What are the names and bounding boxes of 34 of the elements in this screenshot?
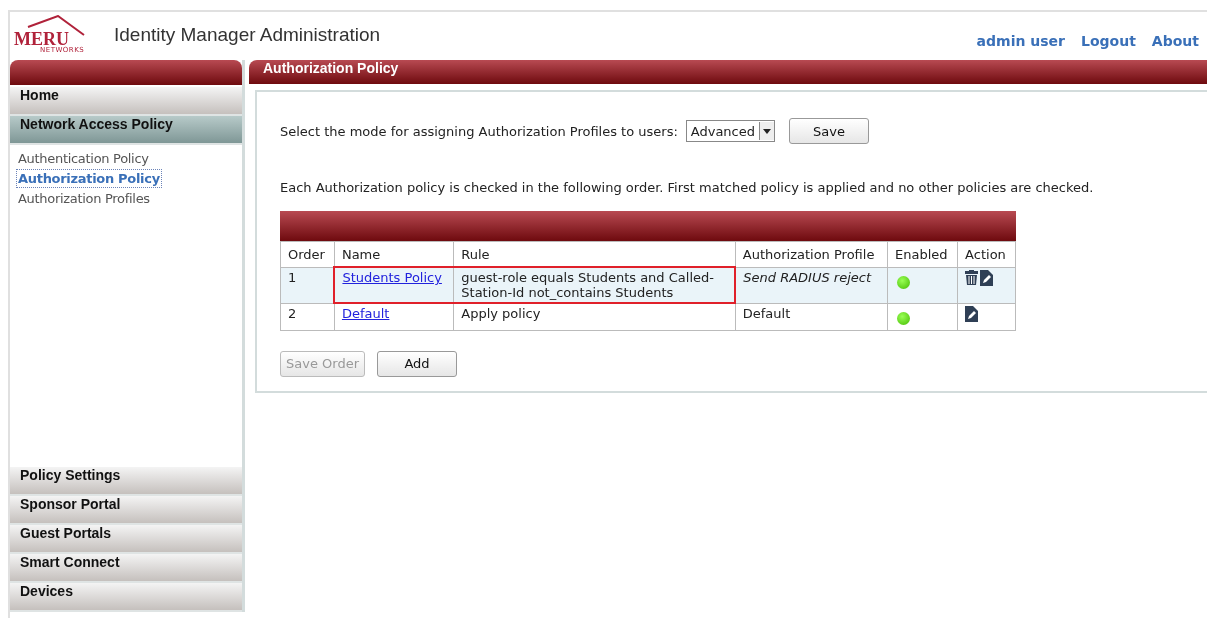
- nav-section[interactable]: Home: [10, 87, 242, 116]
- form-button[interactable]: Add: [377, 350, 457, 377]
- table-cell: guest-role equals Students and Called-Station-Id not_contains Students: [453, 267, 736, 303]
- table-cell: Send RADIUS reject: [735, 267, 888, 303]
- table-cell: 1: [280, 267, 335, 303]
- nav-section[interactable]: Guest Portals: [10, 525, 242, 554]
- header-link[interactable]: About: [1151, 33, 1199, 49]
- column-header: Authorization Profile: [735, 241, 888, 267]
- caret-icon: [763, 128, 771, 134]
- nav-link[interactable]: Authentication Policy: [16, 149, 151, 168]
- nav-section[interactable]: Sponsor Portal: [10, 496, 242, 525]
- save-button[interactable]: Save: [789, 118, 869, 144]
- order-note: Each Authorization policy is checked in the following order. First matched policy is applied and no other policies are checked.: [280, 180, 1095, 195]
- edit-icon[interactable]: [980, 269, 994, 286]
- table-cell: 2: [280, 303, 335, 330]
- trash-icon[interactable]: [965, 269, 979, 285]
- column-header: Enabled: [887, 241, 958, 267]
- mode-label: Select the mode for assigning Authorization Profiles to users:: [280, 123, 678, 139]
- nav-section[interactable]: Smart Connect: [10, 554, 242, 583]
- nav-section[interactable]: Devices: [10, 583, 242, 612]
- table-cell: Default: [735, 303, 888, 330]
- mode-dropdown[interactable]: Advanced: [685, 120, 775, 142]
- panel-title-bar: Authorization Policy: [249, 60, 1207, 84]
- header-link[interactable]: Logout: [1081, 33, 1136, 49]
- column-header: Action: [957, 241, 1016, 267]
- app-title: Identity Manager Administration: [114, 24, 382, 46]
- header-link[interactable]: admin user: [976, 33, 1065, 49]
- column-header: Order: [280, 241, 335, 267]
- nav-link[interactable]: Authorization Policy: [16, 169, 162, 188]
- nav-section[interactable]: Network Access Policy: [10, 116, 242, 145]
- nav-section[interactable]: Policy Settings: [10, 467, 242, 496]
- edit-icon[interactable]: [965, 305, 979, 322]
- nav-link[interactable]: Authorization Profiles: [16, 189, 152, 208]
- table-cell: Apply policy: [453, 303, 736, 330]
